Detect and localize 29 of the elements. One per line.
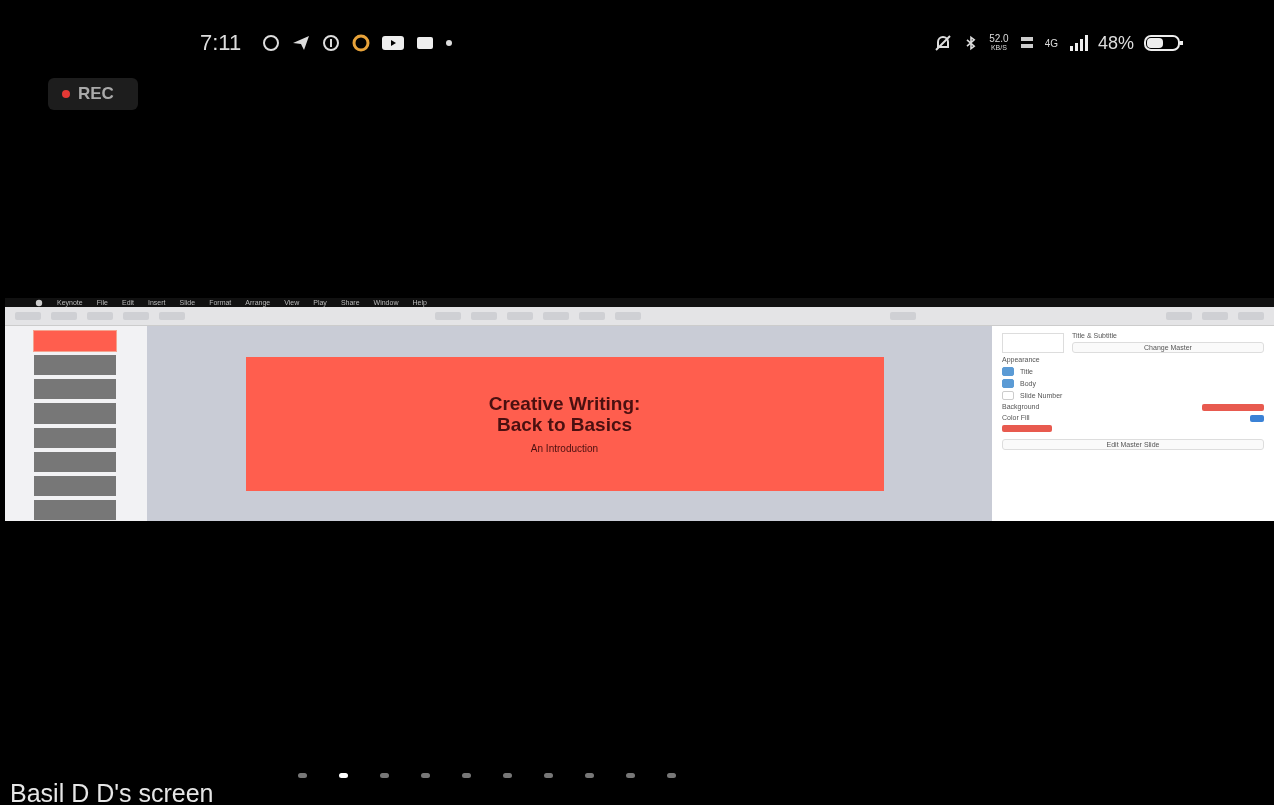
muted-bell-icon <box>933 33 954 53</box>
photo-placeholder[interactable] <box>33 402 117 425</box>
battery-icon <box>1144 34 1184 52</box>
title-slide-thumbnail[interactable] <box>33 330 117 353</box>
play-icon <box>381 33 406 53</box>
clock-time: 7:11 <box>200 30 242 56</box>
checkbox[interactable] <box>1002 379 1014 388</box>
volte-icon <box>1018 35 1035 51</box>
slide-title: Creative Writing: Back to Basics <box>488 393 641 435</box>
network-type: 4G <box>1044 37 1058 49</box>
master-thumbnail <box>1002 332 1064 353</box>
color-swatch[interactable] <box>1002 425 1052 432</box>
screen-owner-label: Basil D D's screen <box>10 779 214 805</box>
dot-icon <box>445 39 454 47</box>
photo-placeholder[interactable] <box>33 378 117 401</box>
slide-subtitle: An Introduction <box>530 443 599 454</box>
color-well[interactable] <box>1202 403 1264 411</box>
photo-placeholder[interactable] <box>33 450 117 473</box>
photo-placeholder[interactable] <box>33 474 117 497</box>
signal-icon <box>1067 33 1088 53</box>
checkbox[interactable] <box>1002 367 1014 376</box>
ring-icon <box>351 33 372 53</box>
checkbox[interactable] <box>1002 391 1014 400</box>
photo-placeholder[interactable] <box>33 498 117 521</box>
recording-indicator: REC <box>48 78 138 110</box>
battery-percent: 48% <box>1097 32 1134 54</box>
photo-placeholder[interactable] <box>33 354 117 377</box>
speed-value: 52.0 <box>989 34 1009 44</box>
photo-placeholder[interactable] <box>33 426 117 449</box>
